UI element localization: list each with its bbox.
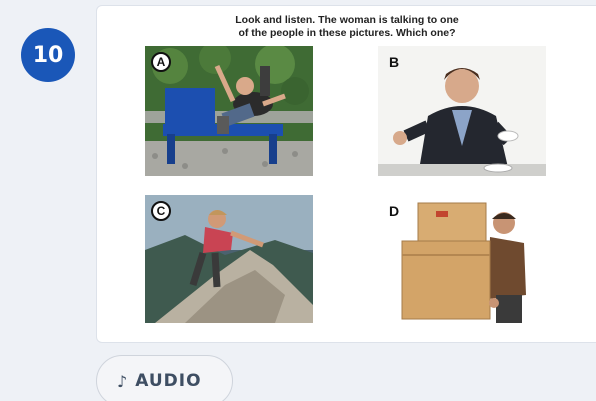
- left-rail: 10: [0, 0, 96, 401]
- question-prompt: Look and listen. The woman is talking to…: [197, 14, 497, 40]
- option-c-picture[interactable]: C: [145, 195, 313, 323]
- prompt-line-1: Look and listen. The woman is talking to…: [235, 14, 459, 26]
- option-c-letter: C: [151, 201, 171, 221]
- question-number-badge: 10: [21, 28, 75, 82]
- music-note-icon: ♪: [117, 371, 128, 391]
- question-card: Look and listen. The woman is talking to…: [96, 5, 596, 343]
- option-d-letter: D: [388, 203, 400, 219]
- audio-button[interactable]: ♪ AUDIO: [96, 355, 233, 401]
- prompt-line-2: of the people in these pictures. Which o…: [238, 27, 456, 39]
- option-a-picture[interactable]: A: [145, 46, 313, 176]
- option-d-picture[interactable]: D: [378, 195, 546, 323]
- option-b-letter: B: [388, 54, 400, 70]
- option-b-picture[interactable]: B: [378, 46, 546, 176]
- option-a-letter: A: [151, 52, 171, 72]
- audio-button-label: AUDIO: [135, 371, 202, 391]
